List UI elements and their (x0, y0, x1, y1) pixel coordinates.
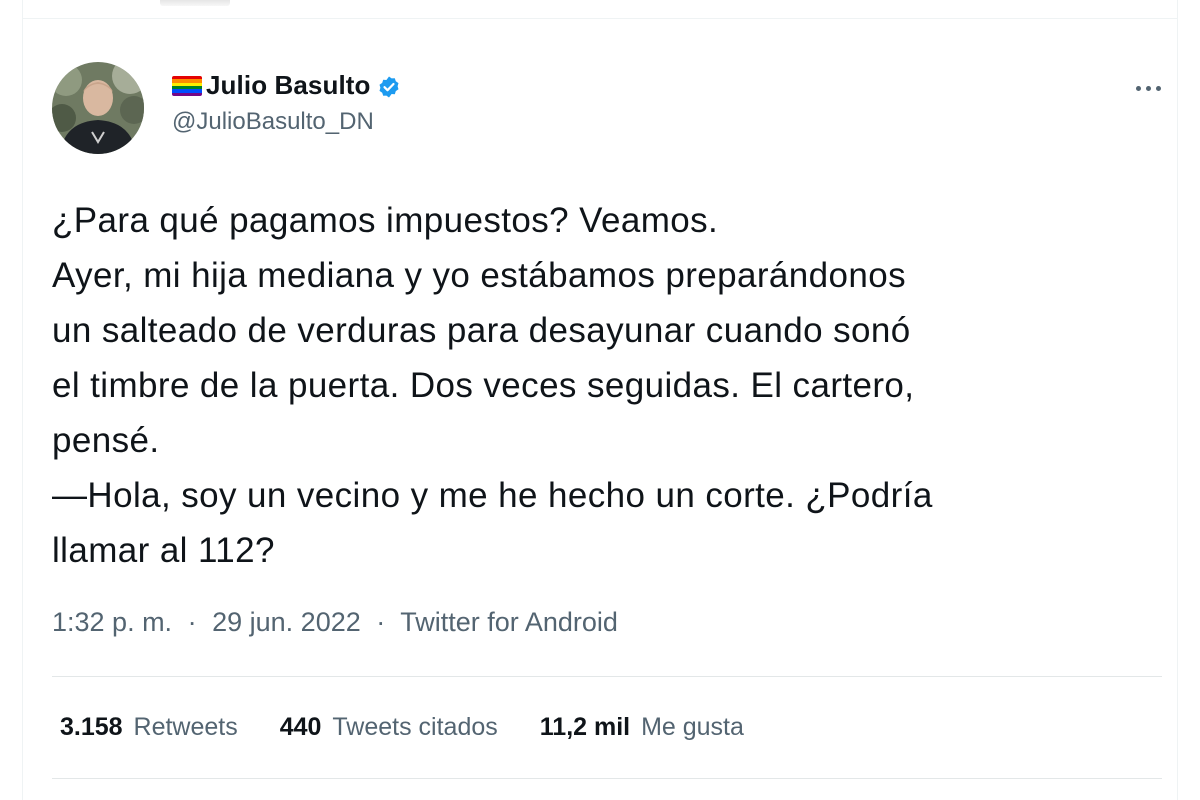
tweet-date[interactable]: 29 jun. 2022 (212, 607, 361, 637)
retweets-stat[interactable]: 3.158 Retweets (60, 713, 238, 742)
top-divider (22, 18, 1178, 19)
tweet-line: el timbre de la puerta. Dos veces seguid… (52, 366, 915, 405)
stats-top-divider (52, 676, 1162, 677)
rainbow-flag-icon (172, 76, 202, 96)
retweets-count: 3.158 (60, 713, 123, 741)
likes-stat[interactable]: 11,2 mil Me gusta (540, 713, 744, 742)
tweet-line: pensé. (52, 421, 160, 460)
tweet-line: ¿Para qué pagamos impuestos? Veamos. (52, 201, 719, 240)
user-handle[interactable]: @JulioBasulto_DN (172, 108, 401, 136)
tweet-text: ¿Para qué pagamos impuestos? Veamos. Aye… (52, 193, 1162, 578)
likes-count: 11,2 mil (539, 713, 631, 741)
tweet-line: llamar al 112? (52, 531, 275, 570)
tweet-line: Ayer, mi hija mediana y yo estábamos pre… (52, 256, 907, 295)
tweet-source[interactable]: Twitter for Android (400, 607, 618, 637)
quote-tweets-stat[interactable]: 440 Tweets citados (280, 713, 498, 742)
name-row: Julio Basulto (172, 68, 401, 102)
tweet-metadata: 1:32 p. m. · 29 jun. 2022 · Twitter for … (52, 607, 618, 638)
meta-separator: · (376, 607, 386, 637)
profile-photo-icon (52, 62, 144, 154)
retweets-label: Retweets (133, 713, 238, 741)
left-border (22, 0, 23, 800)
author-block: Julio Basulto @JulioBasulto_DN (172, 68, 401, 136)
likes-label: Me gusta (641, 713, 744, 741)
tweet-time[interactable]: 1:32 p. m. (52, 607, 172, 637)
avatar[interactable] (52, 62, 144, 154)
tweet-page: Julio Basulto @JulioBasulto_DN ¿Para qué… (0, 0, 1200, 800)
verified-badge-icon (377, 75, 401, 99)
quote-tweets-count: 440 (279, 713, 322, 741)
more-options-icon[interactable] (1128, 76, 1168, 100)
tweet-line: un salteado de verduras para desayunar c… (52, 311, 911, 350)
right-border (1177, 0, 1178, 800)
tweet-line: —Hola, soy un vecino y me he hecho un co… (52, 476, 933, 515)
engagement-stats: 3.158 Retweets 440 Tweets citados 11,2 m… (60, 713, 786, 742)
display-name[interactable]: Julio Basulto (206, 70, 371, 101)
meta-separator: · (187, 607, 197, 637)
previous-content-remnant (160, 0, 230, 6)
stats-bottom-divider (52, 778, 1162, 779)
quote-tweets-label: Tweets citados (332, 713, 498, 741)
